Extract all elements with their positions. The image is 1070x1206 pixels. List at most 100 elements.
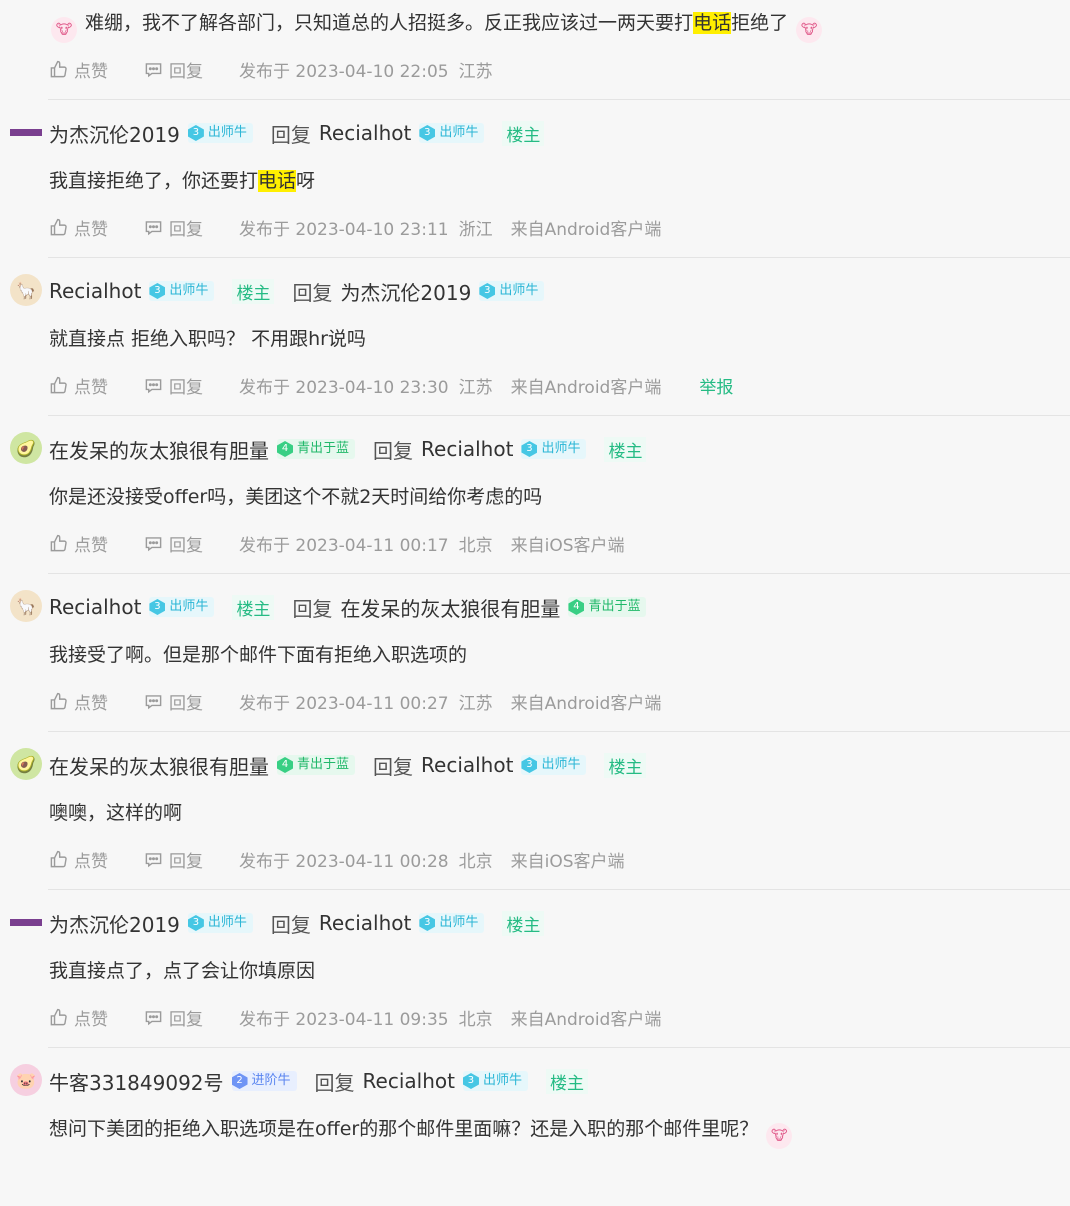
reply-content: 我直接点了，点了会让你填原因 bbox=[49, 960, 316, 982]
comment-icon bbox=[145, 1010, 162, 1025]
reply-button[interactable]: 回复 bbox=[144, 689, 203, 714]
reply-header: Recialhot 3 出师牛 楼主 回复 在发呆的灰太狼很有胆量 4 青出于蓝 bbox=[49, 592, 1070, 622]
like-button[interactable]: 点赞 bbox=[49, 847, 108, 872]
reply-to-label: 回复 bbox=[270, 912, 311, 937]
reply-item: 🦙 Recialhot 3 出师牛 楼主 回复 为杰沉伦2019 3 出师牛 就直接… bbox=[0, 258, 1070, 416]
level-icon: 3 bbox=[419, 915, 436, 931]
like-button[interactable]: 点赞 bbox=[49, 531, 108, 556]
avatar[interactable]: 🥑 bbox=[10, 748, 42, 780]
level-badge: 4 青出于蓝 bbox=[277, 439, 356, 459]
reply-actions: 点赞 回复 发布于 2023-04-11 00:28 北京 来自iOS客户端 bbox=[49, 846, 625, 872]
client-source: 来自Android客户端 bbox=[510, 1009, 662, 1030]
reply-thread: 🐮 难绷，我不了解各部门，只知道总的人招挺多。反正我应该过一两天要打电话拒绝了 … bbox=[0, 0, 1070, 1206]
target-name[interactable]: Recialhot bbox=[421, 753, 513, 777]
level-badge: 3 出师牛 bbox=[419, 913, 485, 933]
thumbs-up-icon bbox=[50, 534, 67, 551]
reply-content: 噢噢，这样的啊 bbox=[49, 802, 183, 824]
client-source: 来自Android客户端 bbox=[510, 693, 662, 714]
comment-icon bbox=[145, 220, 162, 235]
reply-to-label: 回复 bbox=[270, 122, 311, 147]
author-name[interactable]: 牛客331849092号 bbox=[49, 1067, 224, 1096]
like-button[interactable]: 点赞 bbox=[49, 215, 108, 240]
avatar[interactable]: 🥑 bbox=[10, 432, 42, 464]
level-badge: 3 出师牛 bbox=[462, 1071, 528, 1091]
author-name[interactable]: Recialhot bbox=[49, 279, 141, 303]
comment-icon bbox=[145, 378, 162, 393]
reply-item: 为杰沉伦2019 3 出师牛 回复 Recialhot 3 出师牛 楼主 我直接点了… bbox=[0, 890, 1070, 1048]
level-icon: 4 bbox=[568, 599, 585, 615]
reply-button[interactable]: 回复 bbox=[144, 531, 203, 556]
reply-content: 我直接拒绝了，你还要打电话呀 bbox=[49, 170, 316, 192]
level-badge: 4 青出于蓝 bbox=[277, 755, 356, 775]
location: 北京 bbox=[458, 1009, 493, 1030]
reply-item: 🥑 在发呆的灰太狼很有胆量 4 青出于蓝 回复 Recialhot 3 出师牛 楼主… bbox=[0, 732, 1070, 890]
author-name[interactable]: Recialhot bbox=[49, 595, 141, 619]
client-source: 来自Android客户端 bbox=[510, 219, 662, 240]
reply-button[interactable]: 回复 bbox=[144, 373, 203, 398]
client-source: 来自iOS客户端 bbox=[510, 851, 625, 872]
level-badge: 4 青出于蓝 bbox=[568, 597, 647, 617]
author-name[interactable]: 为杰沉伦2019 bbox=[49, 909, 180, 938]
reply-label: 回复 bbox=[169, 61, 203, 82]
level-icon: 3 bbox=[521, 441, 538, 457]
reply-header: 为杰沉伦2019 3 出师牛 回复 Recialhot 3 出师牛 楼主 bbox=[49, 908, 1070, 938]
level-badge: 3 出师牛 bbox=[419, 123, 485, 143]
report-link[interactable]: 举报 bbox=[699, 373, 733, 398]
level-icon: 4 bbox=[277, 441, 293, 457]
reply-to-label: 回复 bbox=[373, 754, 414, 779]
publish-time: 发布于 2023-04-10 23:30 bbox=[239, 377, 449, 398]
target-name[interactable]: Recialhot bbox=[319, 121, 411, 145]
reply-button[interactable]: 回复 bbox=[144, 215, 203, 240]
reply-actions: 点赞 回复 发布于 2023-04-10 23:11 浙江 来自Android客… bbox=[49, 214, 661, 240]
thumbs-up-icon bbox=[50, 60, 67, 77]
reply-content: 就直接点 拒绝入职吗？ 不用跟hr说吗 bbox=[49, 328, 366, 350]
cow-emoji-icon: 🐮 bbox=[51, 17, 77, 43]
reply-content: 🐮 难绷，我不了解各部门，只知道总的人招挺多。反正我应该过一两天要打电话拒绝了 … bbox=[49, 8, 824, 43]
reply-button[interactable]: 回复 bbox=[144, 1005, 203, 1030]
thumbs-up-icon bbox=[50, 850, 67, 867]
level-icon: 3 bbox=[149, 599, 166, 615]
publish-time: 发布于 2023-04-11 09:35 bbox=[239, 1009, 449, 1030]
target-name[interactable]: Recialhot bbox=[363, 1069, 455, 1093]
location: 浙江 bbox=[458, 219, 493, 240]
reply-to-label: 回复 bbox=[292, 596, 333, 621]
level-icon: 3 bbox=[521, 757, 538, 773]
avatar[interactable]: 🐷 bbox=[10, 1064, 42, 1096]
level-icon: 3 bbox=[479, 283, 496, 299]
level-icon: 3 bbox=[187, 915, 204, 931]
thumbs-up-icon bbox=[50, 692, 67, 709]
level-badge: 3 出师牛 bbox=[479, 281, 545, 301]
target-name[interactable]: 为杰沉伦2019 bbox=[340, 277, 471, 306]
like-button[interactable]: 点赞 bbox=[49, 373, 108, 398]
reply-button[interactable]: 回复 bbox=[144, 57, 203, 82]
reply-button[interactable]: 回复 bbox=[144, 847, 203, 872]
avatar[interactable] bbox=[10, 906, 42, 938]
target-name[interactable]: Recialhot bbox=[319, 911, 411, 935]
owner-tag: 楼主 bbox=[604, 752, 647, 778]
author-name[interactable]: 为杰沉伦2019 bbox=[49, 119, 180, 148]
like-button[interactable]: 点赞 bbox=[49, 689, 108, 714]
like-label: 点赞 bbox=[74, 61, 108, 82]
avatar[interactable]: 🦙 bbox=[10, 274, 42, 306]
author-name[interactable]: 在发呆的灰太狼很有胆量 bbox=[49, 435, 269, 464]
owner-tag: 楼主 bbox=[502, 910, 545, 936]
reply-header: 为杰沉伦2019 3 出师牛 回复 Recialhot 3 出师牛 楼主 bbox=[49, 118, 1070, 148]
like-button[interactable]: 点赞 bbox=[49, 57, 108, 82]
publish-time: 发布于 2023-04-11 00:17 bbox=[239, 535, 449, 556]
target-name[interactable]: 在发呆的灰太狼很有胆量 bbox=[340, 593, 560, 622]
comment-icon bbox=[145, 536, 162, 551]
reply-item: 🐷 牛客331849092号 2 进阶牛 回复 Recialhot 3 出师牛 楼主… bbox=[0, 1048, 1070, 1206]
avatar[interactable]: 🦙 bbox=[10, 590, 42, 622]
avatar[interactable] bbox=[10, 116, 42, 148]
thumbs-up-icon bbox=[50, 376, 67, 393]
reply-to-label: 回复 bbox=[292, 280, 333, 305]
like-button[interactable]: 点赞 bbox=[49, 1005, 108, 1030]
reply-item: 🐮 难绷，我不了解各部门，只知道总的人招挺多。反正我应该过一两天要打电话拒绝了 … bbox=[0, 0, 1070, 100]
reply-item: 为杰沉伦2019 3 出师牛 回复 Recialhot 3 出师牛 楼主 我直接拒绝… bbox=[0, 100, 1070, 258]
author-name[interactable]: 在发呆的灰太狼很有胆量 bbox=[49, 751, 269, 780]
reply-header: 在发呆的灰太狼很有胆量 4 青出于蓝 回复 Recialhot 3 出师牛 楼主 bbox=[49, 434, 1070, 464]
target-name[interactable]: Recialhot bbox=[421, 437, 513, 461]
level-icon: 3 bbox=[187, 125, 204, 141]
level-icon: 4 bbox=[277, 757, 293, 773]
reply-actions: 点赞 回复 发布于 2023-04-10 22:05 江苏 bbox=[49, 56, 493, 82]
